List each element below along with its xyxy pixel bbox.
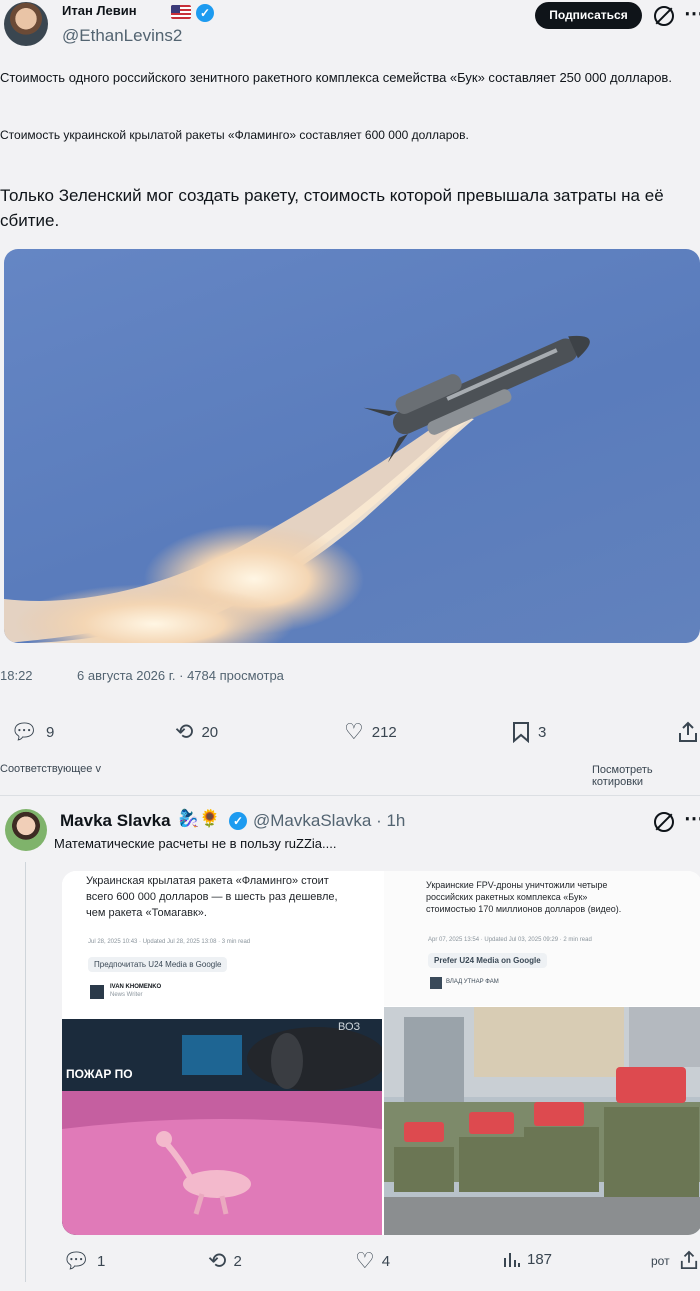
heart-icon: ♡ [344,719,364,744]
right-author-photo [430,977,442,989]
right-author-name: ВЛАД УТНАР ФАМ [446,979,499,985]
us-flag-icon [171,5,191,19]
subscribe-button[interactable]: Подписаться [535,2,642,29]
comment-icon: 💬︎ [10,719,38,744]
left-article-chip: Предпочитать U24 Media в Google [88,957,228,972]
left-author-role: News Writer [110,992,143,998]
related-link[interactable]: Соответствующее v [0,763,101,775]
bookmark-icon [513,722,529,743]
views-chart-icon [504,1253,520,1267]
like-action[interactable]: ♡ 212 [344,721,397,743]
verified-badge-icon: ✓ [196,4,214,22]
post-date-views: 6 августа 2026 г. · 4784 просмотра [77,668,284,683]
left-article-date: Jul 28, 2025 10:43 · Updated Jul 28, 202… [88,939,251,945]
divider [0,795,700,796]
repost-icon: ⟲ [175,719,194,744]
reply-like-count: 4 [381,1252,391,1270]
view-quotes-link[interactable]: Посмотреть котировки [592,764,700,788]
reply-repost-icon: ⟲ [208,1248,227,1273]
right-article-headline: Украинские FPV-дроны уничтожили четыре р… [426,880,622,914]
reply-repost-action[interactable]: ⟲ 2 [208,1250,242,1272]
reply-reply-action[interactable]: 💬︎ 1 [62,1250,105,1272]
media-card[interactable]: Украинская крылатая ракета «Фламинго» ст… [62,871,700,1235]
right-article-date: Apr 07, 2025 13:54 · Updated Jul 03, 202… [428,937,592,943]
bookmark-action[interactable]: 3 [512,721,546,743]
post-paragraph-1: Стоимость одного российского зенитного р… [0,70,672,85]
repost-count: 20 [201,723,219,741]
buk-launchers-photo[interactable] [384,1007,700,1235]
reply-share-icon [680,1250,698,1269]
photo-sign-text: ПОЖАР ПО [66,1067,133,1081]
reply-trailing-text: рот [651,1254,670,1268]
reply-comment-icon: 💬︎ [62,1248,90,1273]
reply-author-avatar[interactable] [5,809,47,851]
author-name[interactable]: Итан Левин [62,3,137,18]
buk-photo-art [384,1007,700,1235]
thread-line [25,862,26,1282]
reply-views-action[interactable]: 187 [502,1250,552,1268]
share-icon [679,721,697,742]
author-handle[interactable]: @EthanLevins2 [62,26,182,46]
missile-illustration [4,335,590,643]
reply-verified-badge-icon: ✓ [229,812,247,830]
grok-icon[interactable] [654,6,674,26]
left-article-headline: Украинская крылатая ракета «Фламинго» ст… [86,875,338,919]
reply-views-count: 187 [527,1250,553,1268]
reply-author-emoji: 🧞‍♀️🌻 [178,809,221,828]
author-avatar[interactable] [4,2,48,46]
reply-grok-icon[interactable] [654,812,674,832]
like-count: 212 [371,723,397,741]
reply-handle-time[interactable]: @MavkaSlavka · 1h [253,811,405,831]
reply-count: 9 [45,723,55,741]
reply-action[interactable]: 💬︎ 9 [10,721,54,743]
share-action[interactable] [678,721,698,743]
left-author-name: IVAN KHOMENKO [110,984,162,990]
more-options-icon[interactable]: ⋯ [684,1,700,26]
reply-author-name[interactable]: Mavka Slavka [60,811,171,831]
right-article-preview: Украинские FPV-дроны уничтожили четыре р… [384,871,700,1006]
photo-corner-text: ВОЗ [338,1021,361,1033]
reply-repost-count: 2 [233,1252,242,1270]
flamingo-photo-art [62,1019,382,1235]
reply-text: Математические расчеты не в пользу ruZZi… [54,836,337,851]
post-paragraph-2: Стоимость украинской крылатой ракеты «Фл… [0,128,469,142]
left-author-photo [90,985,104,999]
reply-share-action[interactable] [680,1250,698,1275]
reply-heart-icon: ♡ [355,1248,375,1273]
missile-photo[interactable] [4,249,700,643]
left-article-preview: Украинская крылатая ракета «Фламинго» ст… [62,871,382,1018]
right-article-chip: Prefer U24 Media on Google [428,953,547,968]
reply-more-options-icon[interactable]: ⋯ [684,806,700,831]
repost-action[interactable]: ⟲ 20 [175,721,218,743]
reply-like-action[interactable]: ♡ 4 [355,1250,390,1272]
reply-reply-count: 1 [96,1252,106,1270]
post-paragraph-3: Только Зеленский мог создать ракету, сто… [0,186,664,230]
flamingo-missile-photo[interactable]: ПОЖАР ПО ВОЗ [62,1019,382,1235]
post-time: 18:22 [0,668,33,683]
bookmark-count: 3 [538,723,547,741]
